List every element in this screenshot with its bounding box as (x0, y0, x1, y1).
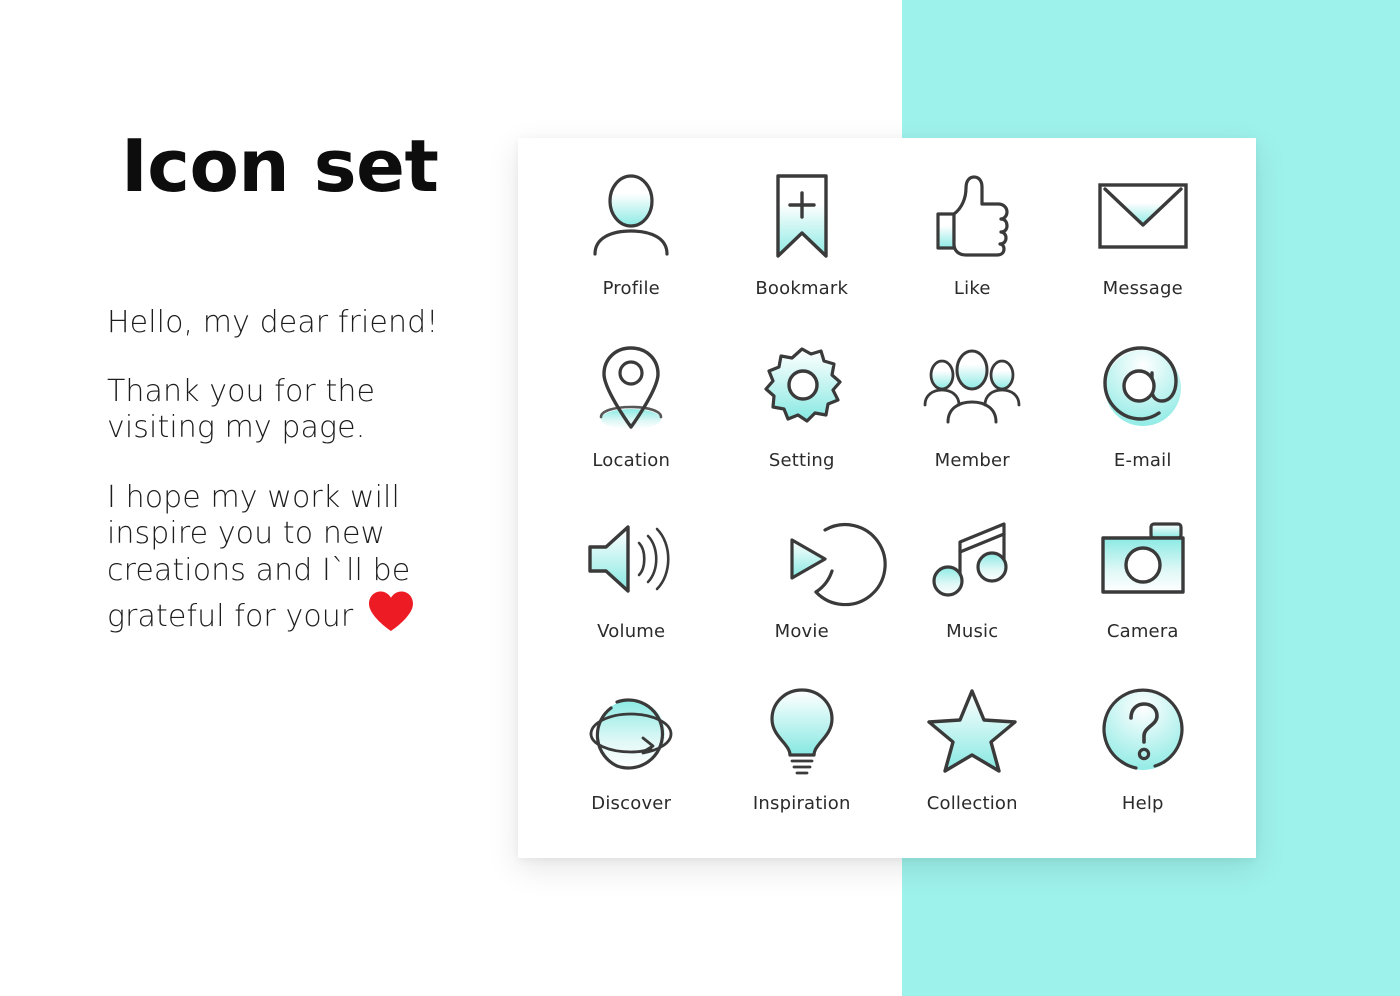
icon-set-card: Profile Bookmark Like Message Location S… (518, 138, 1256, 858)
icon-label: Message (1102, 278, 1183, 299)
icon-item-camera[interactable]: Camera (1058, 499, 1229, 671)
icon-item-setting[interactable]: Setting (717, 328, 888, 500)
icon-item-message[interactable]: Message (1058, 156, 1229, 328)
icon-item-movie[interactable]: Movie (717, 499, 888, 671)
people-group-icon (922, 342, 1022, 434)
page-canvas: Icon set Hello, my dear friend! Thank yo… (0, 0, 1400, 996)
icon-label: Movie (774, 621, 829, 642)
icon-label: Volume (597, 621, 666, 642)
thank-you-text: Thank you for the visiting my page. (107, 373, 376, 446)
profile-icon (588, 170, 674, 262)
envelope-icon (1097, 170, 1189, 262)
bookmark-add-icon (764, 170, 840, 262)
icon-label: Setting (768, 449, 835, 471)
icon-item-bookmark[interactable]: Bookmark (717, 156, 888, 328)
icon-label: Inspiration (752, 792, 851, 814)
inspire-text-body: I hope my work will inspire you to new c… (107, 479, 411, 634)
icon-item-member[interactable]: Member (887, 328, 1058, 500)
icon-item-music[interactable]: Music (887, 499, 1058, 671)
page-title: Icon set (121, 124, 439, 208)
inspire-text: I hope my work will inspire you to new c… (107, 480, 447, 635)
lightbulb-icon (766, 685, 838, 777)
icon-label: Collection (926, 792, 1018, 814)
camera-icon (1099, 513, 1187, 605)
icon-label: Bookmark (755, 278, 849, 299)
greeting-text: Hello, my dear friend! (107, 305, 439, 340)
icon-label: E-mail (1113, 449, 1172, 471)
icon-label: Location (592, 449, 671, 471)
intro-column: Icon set Hello, my dear friend! Thank yo… (107, 130, 507, 665)
star-icon (925, 685, 1019, 777)
heart-icon (367, 590, 415, 632)
icon-item-volume[interactable]: Volume (546, 499, 717, 671)
globe-orbit-icon (581, 685, 681, 777)
icon-item-inspiration[interactable]: Inspiration (717, 671, 888, 843)
thumbs-up-icon (932, 170, 1012, 262)
icon-label: Member (934, 449, 1010, 471)
icon-label: Like (953, 278, 991, 299)
icon-grid: Profile Bookmark Like Message Location S… (518, 138, 1256, 858)
music-notes-icon (932, 513, 1012, 605)
icon-item-like[interactable]: Like (887, 156, 1058, 328)
icon-item-location[interactable]: Location (546, 328, 717, 500)
gear-icon (759, 342, 845, 434)
icon-label: Help (1121, 792, 1164, 814)
icon-label: Discover (591, 792, 672, 814)
play-circle-icon (759, 513, 887, 607)
icon-item-help[interactable]: Help (1058, 671, 1229, 843)
map-pin-icon (590, 342, 672, 434)
at-sign-icon (1100, 342, 1186, 434)
speaker-volume-icon (584, 513, 678, 605)
question-circle-icon (1100, 685, 1186, 777)
icon-item-collection[interactable]: Collection (887, 671, 1058, 843)
icon-item-profile[interactable]: Profile (546, 156, 717, 328)
icon-label: Camera (1106, 621, 1179, 642)
icon-item-email[interactable]: E-mail (1058, 328, 1229, 500)
icon-label: Music (946, 621, 999, 642)
icon-item-discover[interactable]: Discover (546, 671, 717, 843)
icon-label: Profile (602, 278, 660, 299)
